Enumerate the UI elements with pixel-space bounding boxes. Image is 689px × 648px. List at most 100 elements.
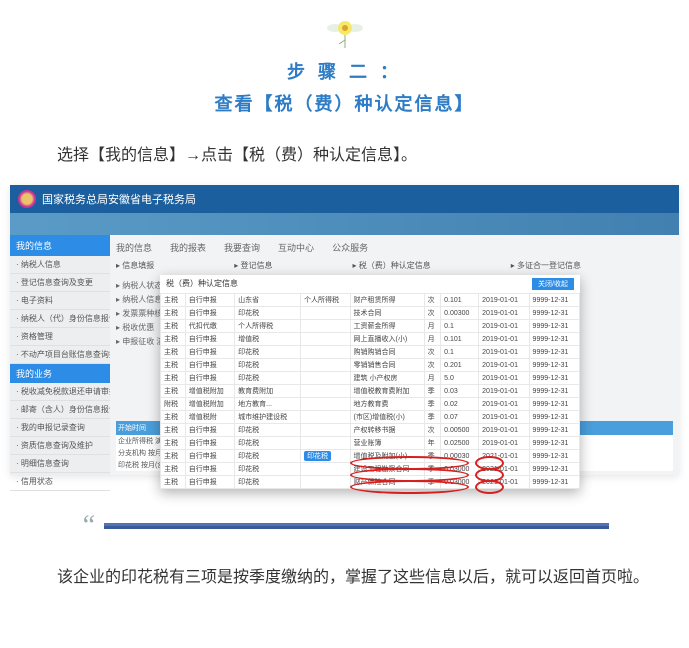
- dialog-cell: 主税: [161, 294, 186, 307]
- dialog-cell: [301, 359, 350, 372]
- dialog-cell: 主税: [161, 385, 186, 398]
- app-logo-icon: [18, 190, 36, 208]
- dialog-cell: 0.03000: [441, 476, 479, 489]
- dialog-cell: 主税: [161, 320, 186, 333]
- dialog-cell: 印花税: [235, 307, 301, 320]
- dialog-cell: [301, 424, 350, 437]
- dialog-cell: 9999-12-31: [529, 398, 579, 411]
- dialog-cell: 9999-12-31: [529, 333, 579, 346]
- tag-badge: 印花税: [304, 451, 331, 461]
- dialog-cell: 2019-01-01: [479, 320, 529, 333]
- dialog-cell: 附税: [161, 398, 186, 411]
- dialog-cell: 印花税: [235, 346, 301, 359]
- dialog-cell: 9999-12-31: [529, 385, 579, 398]
- breadcrumb-row: ▸ 信息填报▸ 登记信息▸ 税（费）种认定信息▸ 多证合一登记信息: [116, 260, 673, 271]
- sidebar-item[interactable]: · 税收减免税款退还申请审批: [10, 383, 110, 401]
- app-title: 国家税务总局安徽省电子税务局: [42, 191, 196, 207]
- dialog-cell: 2021-01-01: [479, 450, 529, 463]
- dialog-cell: 增值税附加: [185, 398, 234, 411]
- dialog-row: 主税自行申报印花税产权转移书据次0.005002019-01-019999-12…: [161, 424, 580, 437]
- sidebar-item[interactable]: · 电子资料: [10, 292, 110, 310]
- dialog-cell: 增值税及附加(小): [350, 450, 424, 463]
- dialog-cell: 个人所得税: [301, 294, 350, 307]
- dialog-cell: 0.1: [441, 320, 479, 333]
- dialog-cell: 山东省: [235, 294, 301, 307]
- sidebar: 我的信息 · 纳税人信息· 登记信息查询及变更· 电子资料· 纳税人（代）身份信…: [10, 235, 110, 475]
- sidebar-section2: 我的业务: [10, 364, 110, 383]
- dialog-cell: 技术合同: [350, 307, 424, 320]
- sidebar-item[interactable]: · 邮寄（含人）身份信息报告: [10, 401, 110, 419]
- sidebar-item[interactable]: · 纳税人（代）身份信息报告: [10, 310, 110, 328]
- dialog-cell: 0.03: [441, 385, 479, 398]
- dialog-cell: 次: [424, 294, 440, 307]
- dialog-cell: 2019-01-01: [479, 307, 529, 320]
- dialog-cell: 自行申报: [185, 424, 234, 437]
- dialog-row: 主税增值税附加教育费附加增值税教育费附加季0.032019-01-019999-…: [161, 385, 580, 398]
- dialog-cell: 9999-12-31: [529, 294, 579, 307]
- sidebar-item[interactable]: · 我的申报记录查询: [10, 419, 110, 437]
- dialog-cell: 地方教育费: [350, 398, 424, 411]
- dialog-row: 附税增值税附加地方教育...地方教育费季0.022019-01-019999-1…: [161, 398, 580, 411]
- dialog-cell: 自行申报: [185, 307, 234, 320]
- dialog-cell: 次: [424, 359, 440, 372]
- app-header: 国家税务总局安徽省电子税务局: [10, 185, 679, 213]
- sidebar-item[interactable]: · 明细信息查询: [10, 455, 110, 473]
- dialog-cell: 2019-01-01: [479, 385, 529, 398]
- dialog-cell: 主税: [161, 476, 186, 489]
- dialog-cell: 产权转移书据: [350, 424, 424, 437]
- quote-icon: “: [80, 510, 96, 542]
- sidebar-item[interactable]: · 信用状态: [10, 473, 110, 491]
- dialog-cell: [301, 346, 350, 359]
- dialog-cell: 自行申报: [185, 463, 234, 476]
- dialog-cell: 月: [424, 372, 440, 385]
- dialog-cell: [301, 333, 350, 346]
- dialog-row: 主税自行申报印花税零销销售合同次0.2012019-01-019999-12-3…: [161, 359, 580, 372]
- sidebar-item[interactable]: · 资格管理: [10, 328, 110, 346]
- sidebar-item[interactable]: · 登记信息查询及变更: [10, 274, 110, 292]
- quote-divider: “: [80, 510, 609, 542]
- dialog-cell: 0.101: [441, 333, 479, 346]
- dialog-cell: 2019-01-01: [479, 398, 529, 411]
- dialog-cell: 主税: [161, 333, 186, 346]
- dialog-cell: 2019-01-01: [479, 346, 529, 359]
- dialog-close-button[interactable]: 关闭/收起: [532, 278, 574, 290]
- dialog-cell: 0.02: [441, 398, 479, 411]
- dialog-cell: 主税: [161, 424, 186, 437]
- dialog-cell: 0.03000: [441, 463, 479, 476]
- dialog-row: 主税自行申报增值税网上直播收入(小)月0.1012019-01-019999-1…: [161, 333, 580, 346]
- flower-icon: [315, 10, 375, 50]
- dialog-cell: 增值税: [235, 333, 301, 346]
- sidebar-item[interactable]: · 资质信息查询及维护: [10, 437, 110, 455]
- dialog-cell: 自行申报: [185, 333, 234, 346]
- dialog-cell: 2019-01-01: [479, 424, 529, 437]
- dialog-cell: 2021-01-01: [479, 463, 529, 476]
- section-label: ▸ 信息填报: [116, 260, 154, 271]
- dialog-cell: 主税: [161, 411, 186, 424]
- body-text: 该企业的印花税有三项是按季度缴纳的，掌握了这些信息以后，就可以返回首页啦。: [25, 562, 664, 594]
- top-tab[interactable]: 我的报表: [170, 241, 206, 254]
- top-tab[interactable]: 互动中心: [278, 241, 314, 254]
- sidebar-item[interactable]: · 不动产项目台账信息查询报告: [10, 346, 110, 364]
- top-tab[interactable]: 公众服务: [332, 241, 368, 254]
- dialog-row: 主税自行申报印花税财产保险合同季0.030002021-01-019999-12…: [161, 476, 580, 489]
- dialog-cell: 2019-01-01: [479, 437, 529, 450]
- app-screenshot: 国家税务总局安徽省电子税务局 我的信息 · 纳税人信息· 登记信息查询及变更· …: [10, 185, 679, 475]
- dialog-cell: [301, 398, 350, 411]
- dialog-cell: 0.101: [441, 294, 479, 307]
- dialog-cell: 9999-12-31: [529, 437, 579, 450]
- dialog-cell: 印花税: [235, 437, 301, 450]
- dialog-cell: 9999-12-31: [529, 359, 579, 372]
- top-tab[interactable]: 我的信息: [116, 241, 152, 254]
- dialog-table: 主税自行申报山东省个人所得税财产租赁所得次0.1012019-01-019999…: [160, 293, 580, 489]
- dialog-cell: 0.1: [441, 346, 479, 359]
- top-tabs: 我的信息 我的报表 我要查询 互动中心 公众服务: [116, 241, 673, 254]
- dialog-cell: 9999-12-31: [529, 346, 579, 359]
- dialog-cell: 建筑 小产权房: [350, 372, 424, 385]
- dialog-cell: [301, 385, 350, 398]
- sidebar-item[interactable]: · 纳税人信息: [10, 256, 110, 274]
- step-title: 查看【税（费）种认定信息】: [0, 90, 689, 116]
- dialog-cell: 9999-12-31: [529, 372, 579, 385]
- top-tab[interactable]: 我要查询: [224, 241, 260, 254]
- dialog-cell: 季: [424, 411, 440, 424]
- dialog-cell: 0.00500: [441, 424, 479, 437]
